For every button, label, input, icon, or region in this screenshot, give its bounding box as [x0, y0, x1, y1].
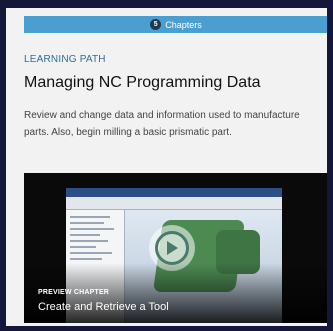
preview-chapter-title[interactable]: Create and Retrieve a Tool: [38, 301, 169, 313]
play-icon: [167, 241, 178, 255]
chapters-label: Chapters: [165, 19, 202, 30]
preview-chapter-label: PREVIEW CHAPTER: [38, 289, 110, 296]
thumbnail-titlebar: [66, 188, 282, 197]
video-preview[interactable]: PREVIEW CHAPTER Create and Retrieve a To…: [24, 173, 327, 323]
thumbnail-ribbon: [66, 197, 282, 210]
card-title[interactable]: Managing NC Programming Data: [24, 74, 261, 92]
learning-path-card[interactable]: 5 Chapters LEARNING PATH Managing NC Pro…: [6, 8, 327, 326]
eyebrow-label: LEARNING PATH: [24, 54, 106, 65]
chapters-count-badge: 5: [150, 19, 162, 30]
card-description: Review and change data and information u…: [24, 110, 300, 138]
chapters-bar: 5 Chapters: [24, 16, 327, 33]
